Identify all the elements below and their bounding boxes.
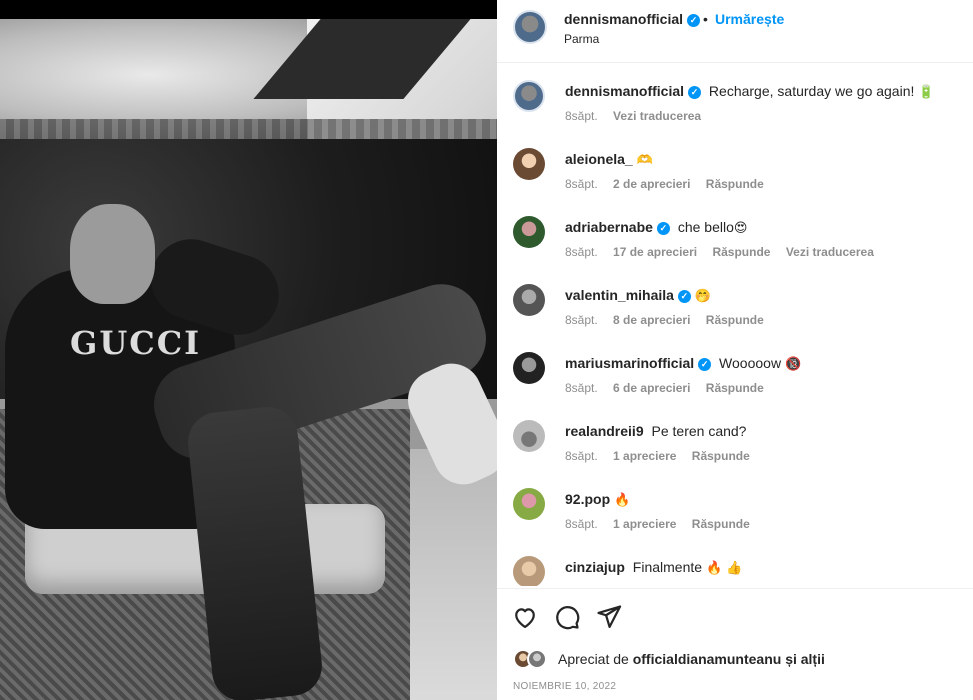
comment-time: 8săpt.: [565, 449, 598, 463]
avatar[interactable]: [513, 284, 545, 316]
comment-likes[interactable]: 6 de aprecieri: [613, 381, 690, 395]
hand-over-mouth-emoji: 🤭: [694, 289, 712, 304]
comment-text: Wooooow: [719, 355, 782, 371]
verified-badge-icon: ✓: [687, 14, 701, 27]
comment-likes[interactable]: 8 de aprecieri: [613, 313, 690, 327]
avatar[interactable]: [513, 488, 545, 520]
post-actions: Apreciat de officialdianamunteanu și alț…: [497, 588, 973, 700]
heart-hands-emoji: 🫶: [636, 153, 653, 168]
liked-by: Apreciat de officialdianamunteanu și alț…: [513, 647, 953, 671]
list-item: 92.pop 🔥 8săpt. 1 apreciere Răspunde: [497, 472, 973, 540]
comment-username[interactable]: adriabernabe: [565, 219, 653, 235]
post-username[interactable]: dennismanofficial ✓: [564, 11, 701, 27]
no-one-under-18-emoji: 🔞: [784, 357, 802, 372]
comment-username[interactable]: realandreii9: [565, 423, 644, 439]
paper-plane-icon[interactable]: [595, 603, 623, 631]
avatar[interactable]: [513, 352, 545, 384]
avatar[interactable]: [527, 649, 547, 669]
comment-username[interactable]: aleionela_: [565, 151, 633, 167]
comment-time: 8săpt.: [565, 517, 598, 531]
battery-emoji: 🔋: [918, 85, 935, 100]
post-image[interactable]: GUCCI: [0, 0, 497, 700]
comment-likes[interactable]: 1 apreciere: [613, 517, 676, 531]
comment-text: che bello: [677, 219, 734, 235]
avatar[interactable]: [513, 216, 545, 248]
post-side-panel: dennismanofficial ✓ • Urmărește Parma den…: [497, 0, 973, 700]
reply-button[interactable]: Răspunde: [712, 245, 770, 259]
comment-time: 8săpt.: [565, 245, 598, 259]
list-item: mariusmarinofficial ✓ Wooooow 🔞 8săpt. 6 …: [497, 336, 973, 404]
see-translation-button[interactable]: Vezi traducerea: [613, 109, 701, 123]
follow-button[interactable]: Urmărește: [715, 11, 784, 27]
comment-time: 8săpt.: [565, 177, 598, 191]
see-translation-button[interactable]: Vezi traducerea: [786, 245, 874, 259]
comment-username[interactable]: 92.pop: [565, 491, 610, 507]
comment-text: Recharge, saturday we go again!: [708, 83, 915, 99]
image-top-bar: [0, 0, 497, 19]
username-text[interactable]: dennismanofficial: [564, 11, 683, 27]
photo-scene: GUCCI: [0, 19, 497, 700]
comment-text: Finalmente: [632, 559, 703, 575]
location-link[interactable]: Parma: [564, 32, 599, 46]
post-header: dennismanofficial ✓ • Urmărește Parma: [497, 0, 973, 63]
post-date[interactable]: NOIEMBRIE 10, 2022: [513, 681, 616, 692]
reply-button[interactable]: Răspunde: [706, 313, 764, 327]
reply-button[interactable]: Răspunde: [692, 517, 750, 531]
comment-username[interactable]: mariusmarinofficial: [565, 355, 694, 371]
avatar[interactable]: [513, 10, 547, 44]
comment-bubble-icon[interactable]: [553, 603, 581, 631]
avatar[interactable]: [513, 80, 545, 112]
heart-eyes-emoji: 😍: [733, 221, 748, 236]
reply-button[interactable]: Răspunde: [692, 449, 750, 463]
list-item: adriabernabe ✓ che bello😍 8săpt. 17 de ap…: [497, 200, 973, 268]
comment-username[interactable]: valentin_mihaila: [565, 287, 674, 303]
liked-by-user-link[interactable]: officialdianamunteanu: [633, 651, 782, 667]
avatar[interactable]: [513, 148, 545, 180]
heart-icon[interactable]: [511, 603, 539, 631]
list-item: valentin_mihaila ✓ 🤭 8săpt. 8 de aprecier…: [497, 268, 973, 336]
comment-username[interactable]: dennismanofficial: [565, 83, 684, 99]
avatar[interactable]: [513, 556, 545, 586]
hoodie-logo: GUCCI: [70, 324, 202, 362]
comment-time: 8săpt.: [565, 313, 598, 327]
list-item: realandreii9 Pe teren cand? 8săpt. 1 apr…: [497, 404, 973, 472]
verified-badge-icon: ✓: [688, 86, 702, 99]
separator-dot: •: [703, 11, 708, 27]
comment-likes[interactable]: 2 de aprecieri: [613, 177, 690, 191]
fire-thumbs-emoji: 🔥 👍: [705, 561, 743, 576]
comment-username[interactable]: cinziajup: [565, 559, 625, 575]
verified-badge-icon: ✓: [698, 358, 712, 371]
list-item: cinziajup Finalmente 🔥 👍: [497, 540, 973, 586]
verified-badge-icon: ✓: [677, 290, 691, 303]
reply-button[interactable]: Răspunde: [706, 381, 764, 395]
fire-emoji: 🔥: [614, 493, 631, 508]
comment-time: 8săpt.: [565, 109, 598, 123]
comment-text: Pe teren cand?: [651, 423, 747, 439]
liked-by-prefix: Apreciat de: [558, 651, 629, 667]
avatar[interactable]: [513, 420, 545, 452]
caption: dennismanofficial ✓ Recharge, saturday we…: [497, 64, 973, 132]
liked-by-others-link[interactable]: și alții: [785, 651, 825, 667]
comments-list[interactable]: dennismanofficial ✓ Recharge, saturday we…: [497, 64, 973, 586]
list-item: aleionela_ 🫶 8săpt. 2 de aprecieri Răspu…: [497, 132, 973, 200]
verified-badge-icon: ✓: [656, 222, 670, 235]
comment-time: 8săpt.: [565, 381, 598, 395]
comment-likes[interactable]: 17 de aprecieri: [613, 245, 697, 259]
comment-likes[interactable]: 1 apreciere: [613, 449, 676, 463]
reply-button[interactable]: Răspunde: [706, 177, 764, 191]
